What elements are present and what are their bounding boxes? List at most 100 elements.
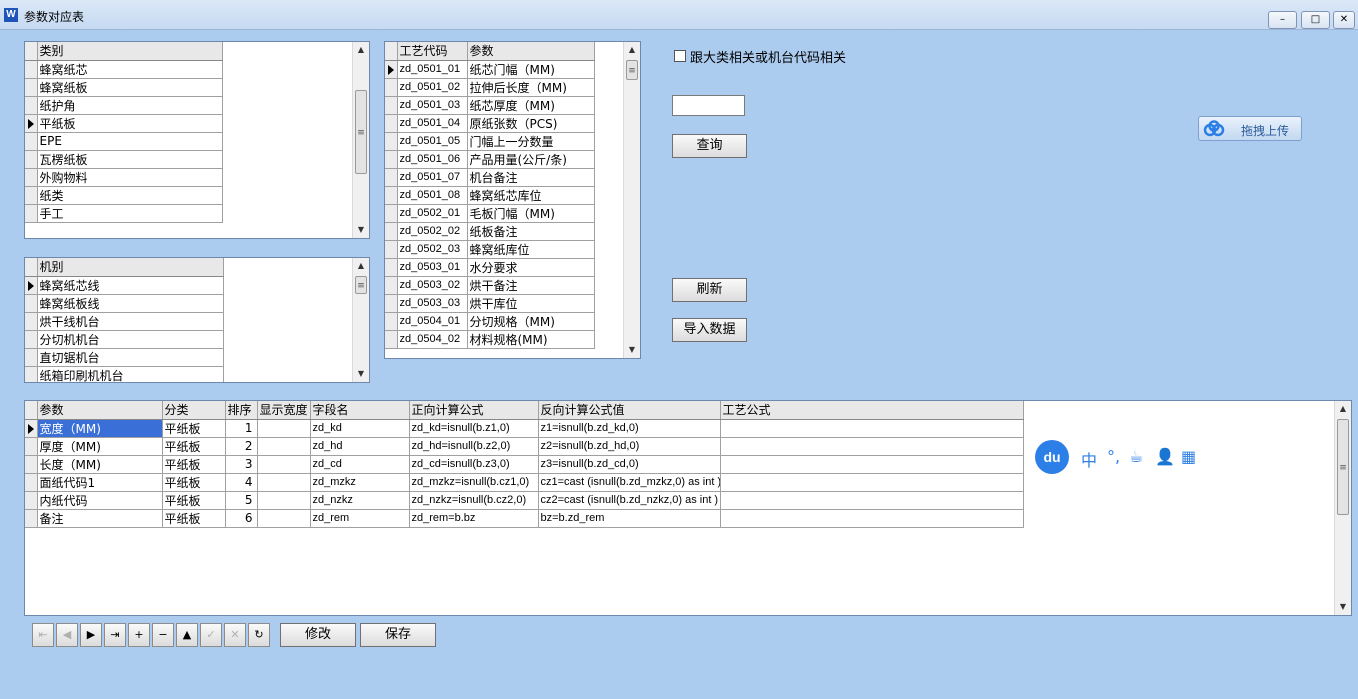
reverse-formula-cell[interactable]: z3=isnull(b.zd_cd,0) [538, 455, 721, 474]
category-cell[interactable]: 平纸板 [162, 509, 226, 528]
reverse-formula-cell[interactable]: cz2=cast (isnull(b.zd_nzkz,0) as int ) [538, 491, 721, 510]
process-row[interactable]: zd_0501_06 产品用量(公斤/条) [385, 150, 595, 169]
parameter-cell[interactable]: 原纸张数（PCS) [467, 114, 595, 133]
column-header-forward-formula[interactable]: 正向计算公式 [409, 401, 539, 420]
cell[interactable]: 平纸板 [37, 114, 223, 133]
row-indicator[interactable] [385, 132, 398, 151]
category-row[interactable]: EPE [25, 132, 223, 151]
ime-skin-icon[interactable]: ☕ [1129, 447, 1143, 466]
field-name-cell[interactable]: zd_cd [310, 455, 410, 474]
sort-order-cell[interactable]: 2 [225, 437, 258, 456]
save-button[interactable]: 保存 [360, 623, 436, 647]
last-record-button[interactable]: ⇥ [104, 623, 126, 647]
row-indicator[interactable] [385, 330, 398, 349]
scroll-up-icon[interactable]: ▲ [624, 42, 640, 58]
column-header-field-name[interactable]: 字段名 [310, 401, 410, 420]
parameter-cell[interactable]: 纸芯门幅（MM) [467, 60, 595, 79]
search-input[interactable] [672, 95, 745, 116]
row-indicator[interactable] [385, 168, 398, 187]
ime-toolbar[interactable]: du 中 °, ☕ 👤 ▦ [1033, 440, 1207, 474]
scroll-up-icon[interactable]: ▲ [353, 258, 369, 274]
field-name-cell[interactable]: zd_kd [310, 419, 410, 438]
parameter-cell[interactable]: 烘干库位 [467, 294, 595, 313]
scroll-thumb[interactable]: ≡ [626, 60, 638, 80]
parameter-grid-scrollbar[interactable]: ▲ ≡ ▼ [1334, 401, 1351, 615]
parameter-grid[interactable]: 参数 分类 排序 显示宽度 字段名 正向计算公式 反向计算公式值 工艺公式 宽度（MM) 平纸板… [24, 400, 1352, 616]
parameter-cell[interactable]: 蜂窝纸库位 [467, 240, 595, 259]
parameter-row[interactable]: 厚度（MM) 平纸板 2 zd_hd zd_hd=isnull(b.z2,0) z2=is… [25, 437, 1024, 456]
process-row[interactable]: zd_0501_01 纸芯门幅（MM) [385, 60, 595, 79]
column-header-parameter[interactable]: 参数 [37, 401, 163, 420]
display-width-cell[interactable] [257, 473, 311, 492]
cell[interactable]: 瓦楞纸板 [37, 150, 223, 169]
scroll-thumb[interactable]: ≡ [355, 276, 367, 294]
process-formula-cell[interactable] [720, 419, 1024, 438]
row-indicator[interactable] [25, 312, 38, 331]
row-indicator[interactable] [385, 204, 398, 223]
sort-order-cell[interactable]: 5 [225, 491, 258, 510]
cell[interactable]: 手工 [37, 204, 223, 223]
row-indicator[interactable] [25, 186, 38, 205]
forward-formula-cell[interactable]: zd_rem=b.bz [409, 509, 539, 528]
process-code-grid[interactable]: 工艺代码 参数 zd_0501_01 纸芯门幅（MM) zd_0501_02 拉伸后长… [384, 41, 641, 359]
cancel-edit-button[interactable]: ✕ [224, 623, 246, 647]
modify-button[interactable]: 修改 [280, 623, 356, 647]
reverse-formula-cell[interactable]: z2=isnull(b.zd_hd,0) [538, 437, 721, 456]
process-row[interactable]: zd_0501_08 蜂窝纸芯库位 [385, 186, 595, 205]
category-cell[interactable]: 平纸板 [162, 419, 226, 438]
row-indicator[interactable] [25, 150, 38, 169]
process-code-cell[interactable]: zd_0501_06 [397, 150, 468, 169]
row-indicator[interactable] [385, 96, 398, 115]
scroll-down-icon[interactable]: ▼ [353, 366, 369, 382]
process-code-cell[interactable]: zd_0502_02 [397, 222, 468, 241]
display-width-cell[interactable] [257, 455, 311, 474]
process-code-cell[interactable]: zd_0501_08 [397, 186, 468, 205]
machine-row[interactable]: 分切机机台 [25, 330, 224, 349]
cell[interactable]: 纸箱印刷机机台 [37, 366, 224, 382]
row-indicator[interactable] [25, 366, 38, 382]
row-indicator[interactable] [25, 491, 38, 510]
row-indicator[interactable] [25, 330, 38, 349]
import-data-button[interactable]: 导入数据 [672, 318, 747, 342]
column-header-process-code[interactable]: 工艺代码 [397, 42, 468, 61]
process-row[interactable]: zd_0503_02 烘干备注 [385, 276, 595, 295]
row-indicator[interactable] [25, 437, 38, 456]
parameter-cell[interactable]: 水分要求 [467, 258, 595, 277]
scroll-thumb[interactable]: ≡ [355, 90, 367, 174]
parameter-cell[interactable]: 拉伸后长度（MM) [467, 78, 595, 97]
scroll-down-icon[interactable]: ▼ [1335, 599, 1351, 615]
process-row[interactable]: zd_0501_02 拉伸后长度（MM) [385, 78, 595, 97]
row-indicator[interactable] [385, 222, 398, 241]
row-indicator[interactable] [25, 132, 38, 151]
display-width-cell[interactable] [257, 419, 311, 438]
process-code-cell[interactable]: zd_0501_04 [397, 114, 468, 133]
row-indicator[interactable] [25, 60, 38, 79]
parameter-cell[interactable]: 蜂窝纸芯库位 [467, 186, 595, 205]
process-formula-cell[interactable] [720, 473, 1024, 492]
category-row[interactable]: 蜂窝纸板 [25, 78, 223, 97]
row-indicator[interactable] [25, 348, 38, 367]
row-indicator[interactable] [25, 276, 38, 295]
process-code-cell[interactable]: zd_0501_01 [397, 60, 468, 79]
category-cell[interactable]: 平纸板 [162, 491, 226, 510]
minimize-button[interactable]: – [1268, 11, 1297, 29]
parameter-cell[interactable]: 烘干备注 [467, 276, 595, 295]
forward-formula-cell[interactable]: zd_mzkz=isnull(b.cz1,0) [409, 473, 539, 492]
category-grid-scrollbar[interactable]: ▲ ≡ ▼ [352, 42, 369, 238]
row-indicator[interactable] [25, 78, 38, 97]
process-row[interactable]: zd_0501_07 机台备注 [385, 168, 595, 187]
cell[interactable]: 纸类 [37, 186, 223, 205]
process-row[interactable]: zd_0503_03 烘干库位 [385, 294, 595, 313]
ime-user-icon[interactable]: 👤 [1155, 447, 1175, 466]
process-grid-scrollbar[interactable]: ▲ ≡ ▼ [623, 42, 640, 358]
machine-grid[interactable]: 机别 蜂窝纸芯线 蜂窝纸板线 烘干线机台 分切机机台 直切锯机台 纸箱印刷机机台 ▲ ≡ … [24, 257, 370, 383]
reverse-formula-cell[interactable]: bz=b.zd_rem [538, 509, 721, 528]
process-code-cell[interactable]: zd_0503_03 [397, 294, 468, 313]
display-width-cell[interactable] [257, 437, 311, 456]
process-code-cell[interactable]: zd_0503_01 [397, 258, 468, 277]
category-cell[interactable]: 平纸板 [162, 455, 226, 474]
row-indicator[interactable] [25, 96, 38, 115]
parameter-row[interactable]: 宽度（MM) 平纸板 1 zd_kd zd_kd=isnull(b.z1,0) z1=is… [25, 419, 1024, 438]
cell[interactable]: 蜂窝纸板 [37, 78, 223, 97]
row-indicator[interactable] [25, 168, 38, 187]
